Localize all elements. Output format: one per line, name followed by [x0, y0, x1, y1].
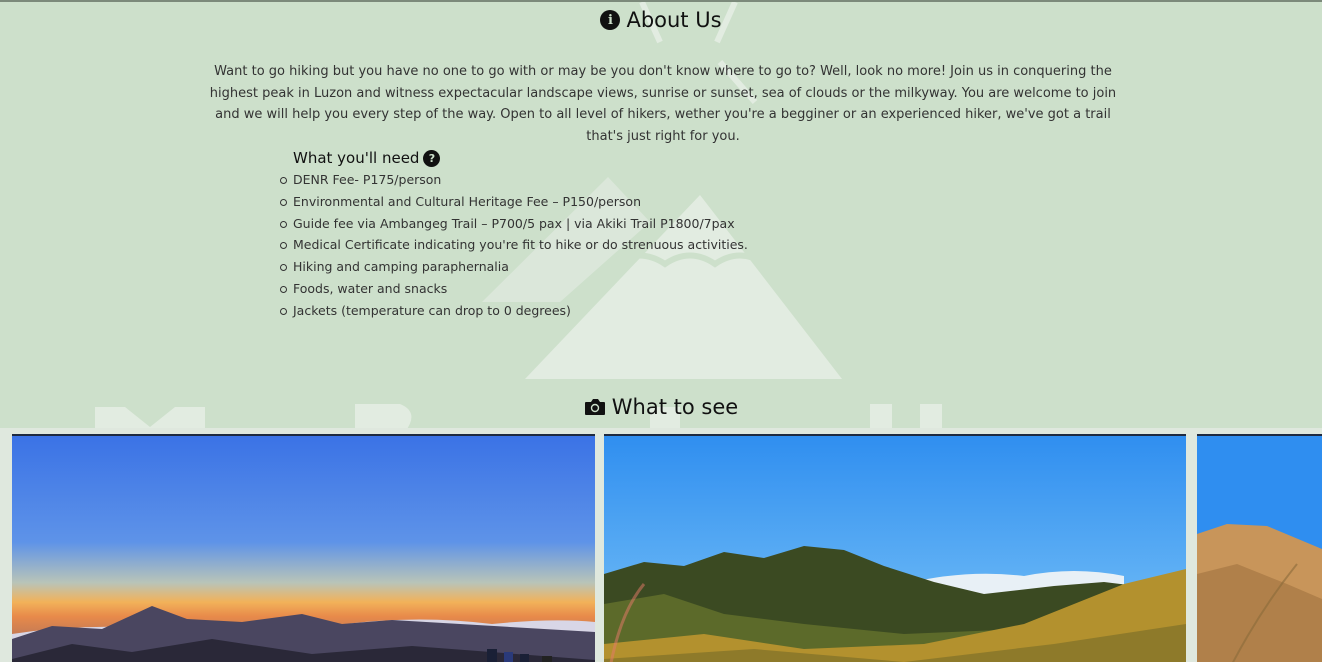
list-item: Environmental and Cultural Heritage Fee … — [280, 191, 748, 213]
requirements-list: DENR Fee- P175/person Environmental and … — [280, 169, 748, 322]
info-circle-icon: i — [600, 10, 621, 30]
question-circle-icon: ? — [423, 149, 441, 167]
requirements-title: What you'll need — [293, 149, 420, 167]
about-us-description: Want to go hiking but you have no one to… — [209, 64, 1117, 144]
photo-gallery[interactable] — [0, 428, 1322, 662]
requirements-section: What you'll need ? DENR Fee- P175/person… — [280, 149, 748, 322]
list-item: Medical Certificate indicating you're fi… — [280, 234, 748, 256]
what-to-see-title: What to see — [611, 395, 739, 419]
page: i About Us Want to go hiking but you hav… — [0, 0, 1322, 662]
list-item: Hiking and camping paraphernalia — [280, 256, 748, 278]
gallery-photo-grasslands[interactable] — [604, 434, 1186, 662]
list-item: Guide fee via Ambangeg Trail – P700/5 pa… — [280, 213, 748, 235]
list-item: Jackets (temperature can drop to 0 degre… — [280, 300, 748, 322]
gallery-photo-slopes[interactable] — [1197, 434, 1322, 662]
gallery-photo-sunrise[interactable] — [12, 434, 595, 662]
list-item: DENR Fee- P175/person — [280, 169, 748, 191]
what-to-see-heading: What to see — [0, 395, 1322, 419]
list-item: Foods, water and snacks — [280, 278, 748, 300]
about-us-heading: i About Us — [0, 8, 1322, 32]
requirements-heading: What you'll need ? — [293, 149, 748, 167]
camera-icon — [584, 399, 605, 415]
about-us-title: About Us — [626, 8, 722, 32]
